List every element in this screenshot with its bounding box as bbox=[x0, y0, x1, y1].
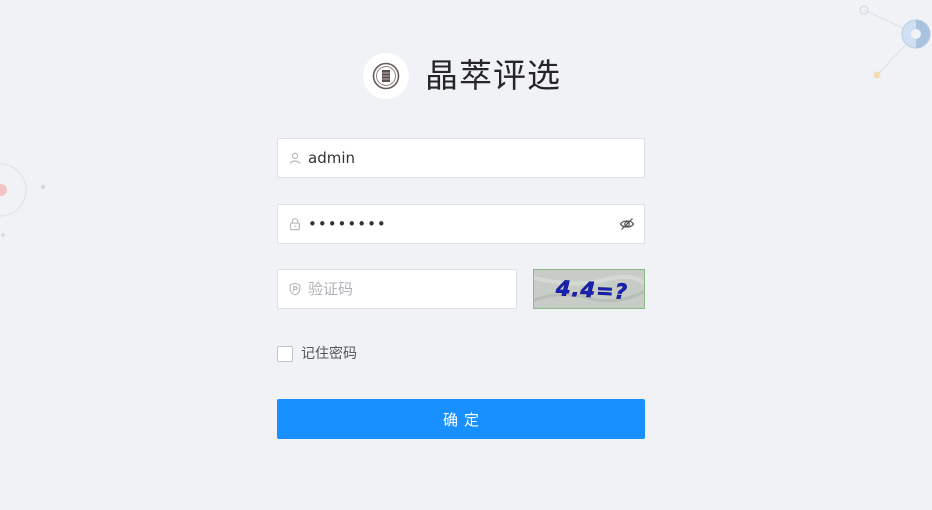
app-title: 晶萃评选 bbox=[425, 56, 561, 95]
password-input[interactable] bbox=[308, 205, 610, 243]
brand-seal-logo bbox=[363, 53, 409, 99]
username-input[interactable] bbox=[308, 139, 644, 177]
remember-password-toggle[interactable]: 记住密码 bbox=[277, 346, 357, 362]
lock-icon bbox=[278, 205, 308, 243]
captcha-image[interactable]: 4.4=? bbox=[533, 269, 645, 309]
user-icon bbox=[278, 139, 308, 177]
password-field[interactable] bbox=[277, 204, 645, 244]
remember-label: 记住密码 bbox=[301, 346, 357, 362]
submit-button[interactable]: 确定 bbox=[277, 399, 645, 439]
captcha-field[interactable] bbox=[277, 269, 517, 309]
captcha-text: 4.4=? bbox=[554, 276, 628, 304]
username-field[interactable] bbox=[277, 138, 645, 178]
remember-checkbox[interactable] bbox=[277, 346, 293, 362]
eye-off-icon[interactable] bbox=[610, 205, 644, 243]
brand-header: 晶萃评选 bbox=[363, 53, 561, 99]
captcha-input[interactable] bbox=[308, 270, 516, 308]
shield-icon bbox=[278, 270, 308, 308]
